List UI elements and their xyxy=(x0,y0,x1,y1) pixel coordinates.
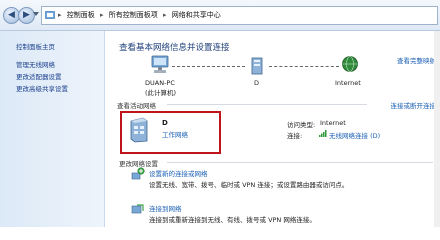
adapter-settings-link[interactable]: 更改适配器设置 xyxy=(16,71,62,81)
access-type-value: Internet xyxy=(320,119,346,127)
map-connector xyxy=(269,66,339,67)
address-bar: ◀ ▶ ▸ 控制面板 ▸ 所有控制面板项 ▸ 网络和共享中心 xyxy=(0,0,440,31)
crumb-separator: ▸ xyxy=(58,11,62,19)
connect-network-icon xyxy=(131,204,144,214)
connection-label: 连接: xyxy=(287,132,303,140)
breadcrumb[interactable]: ▸ 控制面板 ▸ 所有控制面板项 ▸ 网络和共享中心 xyxy=(41,6,438,25)
wireless-connection-link[interactable]: 无线网络连接 (D) xyxy=(329,130,380,140)
active-network-name: D xyxy=(162,119,168,127)
advanced-sharing-link[interactable]: 更改高级共享设置 xyxy=(16,83,68,93)
crumb-control-panel[interactable]: 控制面板 xyxy=(67,11,95,19)
setup-connection-desc: 设置无线、宽带、拨号、临时或 VPN 连接；或设置路由器或访问点。 xyxy=(149,181,349,189)
internet-label: Internet xyxy=(335,79,361,87)
divider xyxy=(167,104,367,105)
crumb-all-items[interactable]: 所有控制面板项 xyxy=(109,11,158,19)
setup-connection-link[interactable]: 设置新的连接或网络 xyxy=(149,168,208,178)
computer-name: DUAN-PC xyxy=(145,79,175,87)
crumb-separator: ▸ xyxy=(162,11,167,19)
control-panel-icon xyxy=(45,11,55,19)
connect-disconnect-link[interactable]: 连接或断开连接 xyxy=(391,100,437,110)
crumb-network-center[interactable]: 网络和共享中心 xyxy=(172,11,221,19)
control-panel-home-link[interactable]: 控制面板主页 xyxy=(16,41,55,51)
work-network-icon xyxy=(130,117,148,143)
full-map-link[interactable]: 查看完整映射 xyxy=(397,55,436,65)
computer-subtitle: (此计算机) xyxy=(145,89,177,97)
network-name: D xyxy=(254,79,260,87)
active-networks-heading: 查看活动网络 xyxy=(117,102,156,110)
history-dropdown-icon[interactable] xyxy=(33,12,39,16)
connect-to-network-link[interactable]: 连接到网络 xyxy=(149,203,182,213)
wireless-signal-icon xyxy=(319,130,327,137)
main-pane: 查看基本网络信息并设置连接 查看完整映射 DUAN-PC (此计算机) D In… xyxy=(105,31,440,227)
page-title: 查看基本网络信息并设置连接 xyxy=(119,43,230,53)
access-type-label: 访问类型: xyxy=(287,121,316,129)
connect-to-network-desc: 连接到或重新连接到无线、有线、拨号或 VPN 网络连接。 xyxy=(149,216,316,224)
network-type-link[interactable]: 工作网络 xyxy=(162,129,188,139)
map-connector xyxy=(172,66,245,67)
internet-globe-icon xyxy=(342,56,358,72)
computer-icon xyxy=(151,55,169,73)
manage-wireless-link[interactable]: 管理无线网络 xyxy=(16,59,55,69)
network-icon xyxy=(251,57,263,75)
left-task-pane: 控制面板主页 管理无线网络 更改适配器设置 更改高级共享设置 xyxy=(0,31,105,227)
crumb-separator: ▸ xyxy=(99,11,104,19)
vertical-scrollbar[interactable] xyxy=(434,31,440,227)
divider xyxy=(167,162,433,163)
new-connection-icon xyxy=(131,167,145,180)
